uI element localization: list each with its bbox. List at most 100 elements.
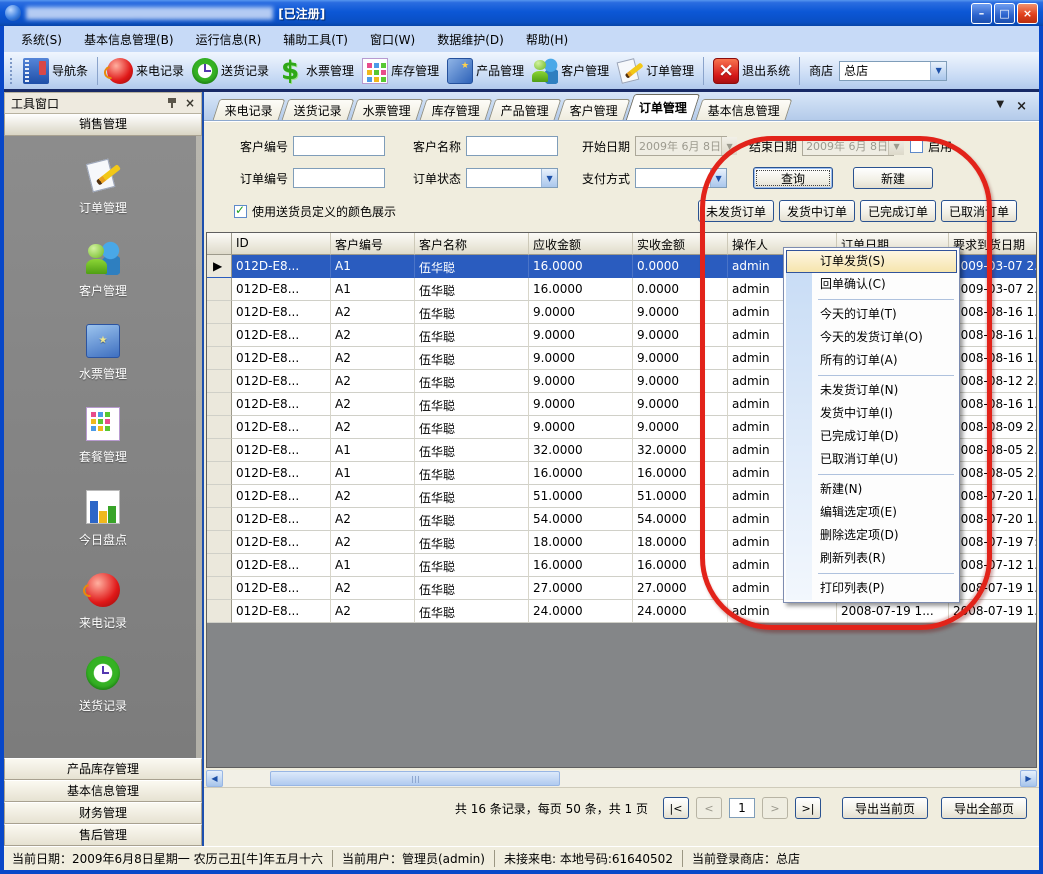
customer-no-input[interactable] [293, 136, 385, 156]
context-menu-item[interactable]: 已取消订单(U) [786, 448, 957, 471]
toolbar-button[interactable]: 来电记录 [103, 56, 188, 86]
enable-date-checkbox[interactable] [910, 140, 923, 153]
start-date-picker[interactable]: 2009年 6月 8日 ▼ [635, 136, 727, 156]
table-column-header[interactable]: ID [232, 233, 331, 255]
nav-strip-button[interactable]: 导航条 [19, 56, 92, 86]
minimize-button[interactable]: – [971, 3, 992, 24]
sidebar-group-bar[interactable]: 产品库存管理 [4, 758, 202, 780]
close-button[interactable]: × [1017, 3, 1038, 24]
menubar-item[interactable]: 辅助工具(T) [272, 27, 359, 52]
toolbar-button[interactable]: 订单管理 [613, 56, 698, 86]
export-current-page-button[interactable]: 导出当前页 [842, 797, 928, 819]
horizontal-scrollbar[interactable]: ◀ ▶ [206, 770, 1037, 787]
context-menu-item[interactable] [786, 296, 957, 303]
order-no-input[interactable] [293, 168, 385, 188]
order-status-filter-button[interactable]: 发货中订单 [779, 200, 855, 222]
order-status-filter-button[interactable]: 已完成订单 [860, 200, 936, 222]
end-date-picker[interactable]: 2009年 6月 8日 ▼ [802, 136, 894, 156]
sidebar-close-icon[interactable]: × [185, 97, 195, 109]
prev-page-button[interactable]: < [696, 797, 722, 819]
sidebar-group-bar[interactable]: 售后管理 [4, 824, 202, 846]
page-number-input[interactable] [729, 798, 755, 818]
toolbar-button[interactable]: 产品管理 [443, 56, 528, 86]
context-menu-item[interactable]: 删除选定项(D) [786, 524, 957, 547]
tab[interactable]: 订单管理 [626, 94, 700, 120]
context-menu-item[interactable]: 回单确认(C) [786, 273, 957, 296]
pay-method-select[interactable]: ▼ [635, 168, 727, 188]
last-page-button[interactable]: >| [795, 797, 821, 819]
export-all-pages-button[interactable]: 导出全部页 [941, 797, 1027, 819]
toolbar-button[interactable]: 送货记录 [188, 56, 273, 86]
sidebar-group-bar[interactable]: 基本信息管理 [4, 780, 202, 802]
context-menu-item[interactable] [786, 471, 957, 478]
query-button[interactable]: 查询 [753, 167, 833, 189]
tab[interactable]: 基本信息管理 [696, 99, 793, 120]
sidebar-item[interactable]: 水票管理 [79, 324, 127, 382]
menubar-item[interactable]: 运行信息(R) [185, 27, 273, 52]
table-column-header[interactable]: 实收金额 [633, 233, 728, 255]
toolbar-button[interactable]: 客户管理 [528, 56, 613, 86]
table-column-header[interactable]: 客户名称 [415, 233, 529, 255]
tab-dropdown-icon[interactable]: ▼ [996, 99, 1004, 114]
tab[interactable]: 库存管理 [420, 99, 493, 120]
toolbar-button[interactable]: 库存管理 [358, 56, 443, 86]
sidebar-item[interactable]: 套餐管理 [79, 407, 127, 465]
context-menu-item[interactable]: 发货中订单(I) [786, 402, 957, 425]
pin-icon[interactable] [167, 97, 177, 109]
table-row[interactable]: 012D-E8... A2 伍华聪 24.0000 24.0000 admin … [207, 600, 1036, 623]
maximize-button[interactable]: □ [994, 3, 1015, 24]
chevron-down-icon[interactable]: ▼ [721, 137, 737, 155]
menubar-item[interactable]: 窗口(W) [359, 27, 426, 52]
next-page-button[interactable]: > [762, 797, 788, 819]
sidebar-group-sales[interactable]: 销售管理 [4, 114, 202, 136]
context-menu-item[interactable]: 刷新列表(R) [786, 547, 957, 570]
exit-system-button[interactable]: 退出系统 [709, 56, 794, 86]
order-status-filter-button[interactable]: 已取消订单 [941, 200, 1017, 222]
chevron-down-icon[interactable]: ▼ [541, 169, 557, 187]
sidebar-group-bar[interactable]: 财务管理 [4, 802, 202, 824]
toolbar-grip[interactable] [10, 58, 15, 84]
sidebar-item[interactable]: 今日盘点 [79, 490, 127, 548]
store-select[interactable]: 总店 ▼ [839, 61, 947, 81]
sidebar-item[interactable]: 客户管理 [79, 241, 127, 299]
context-menu-item[interactable]: 新建(N) [786, 478, 957, 501]
tab[interactable]: 水票管理 [351, 99, 424, 120]
tab-close-icon[interactable]: × [1016, 99, 1027, 114]
context-menu-item[interactable] [786, 570, 957, 577]
context-menu-item[interactable]: 未发货订单(N) [786, 379, 957, 402]
sidebar-item[interactable]: 来电记录 [79, 573, 127, 631]
menubar-item[interactable]: 帮助(H) [515, 27, 579, 52]
context-menu-item[interactable]: 订单发货(S) [786, 250, 957, 273]
customer-name-input[interactable] [466, 136, 558, 156]
tab[interactable]: 客户管理 [558, 99, 631, 120]
context-menu-item[interactable]: 所有的订单(A) [786, 349, 957, 372]
sidebar-item[interactable]: 订单管理 [79, 158, 127, 216]
menubar-item[interactable]: 数据维护(D) [426, 27, 515, 52]
table-column-header[interactable]: 客户编号 [331, 233, 415, 255]
sidebar-item[interactable]: 送货记录 [79, 656, 127, 714]
context-menu-item[interactable]: 今天的订单(T) [786, 303, 957, 326]
context-menu-item[interactable]: 今天的发货订单(O) [786, 326, 957, 349]
scrollbar-thumb[interactable] [270, 771, 560, 786]
menubar-item[interactable]: 基本信息管理(B) [73, 27, 185, 52]
order-status-select[interactable]: ▼ [466, 168, 558, 188]
tab[interactable]: 来电记录 [213, 99, 286, 120]
context-menu-item[interactable]: 已完成订单(D) [786, 425, 957, 448]
menubar-item[interactable]: 系统(S) [10, 27, 73, 52]
scroll-right-icon[interactable]: ▶ [1020, 770, 1037, 787]
new-button[interactable]: 新建 [853, 167, 933, 189]
context-menu-item[interactable]: 打印列表(P) [786, 577, 957, 600]
tab[interactable]: 产品管理 [489, 99, 562, 120]
context-menu-item[interactable] [786, 372, 957, 379]
order-status-filter-button[interactable]: 未发货订单 [698, 200, 774, 222]
tab[interactable]: 送货记录 [282, 99, 355, 120]
chevron-down-icon[interactable]: ▼ [930, 62, 946, 80]
first-page-button[interactable]: |< [663, 797, 689, 819]
chevron-down-icon[interactable]: ▼ [710, 169, 726, 187]
toolbar-button[interactable]: 水票管理 [273, 56, 358, 86]
table-column-header[interactable]: 应收金额 [529, 233, 633, 255]
chevron-down-icon[interactable]: ▼ [888, 137, 904, 155]
table-column-header[interactable]: 要求到货日期 [949, 233, 1037, 255]
courier-color-checkbox[interactable] [234, 205, 247, 218]
context-menu-item[interactable]: 编辑选定项(E) [786, 501, 957, 524]
